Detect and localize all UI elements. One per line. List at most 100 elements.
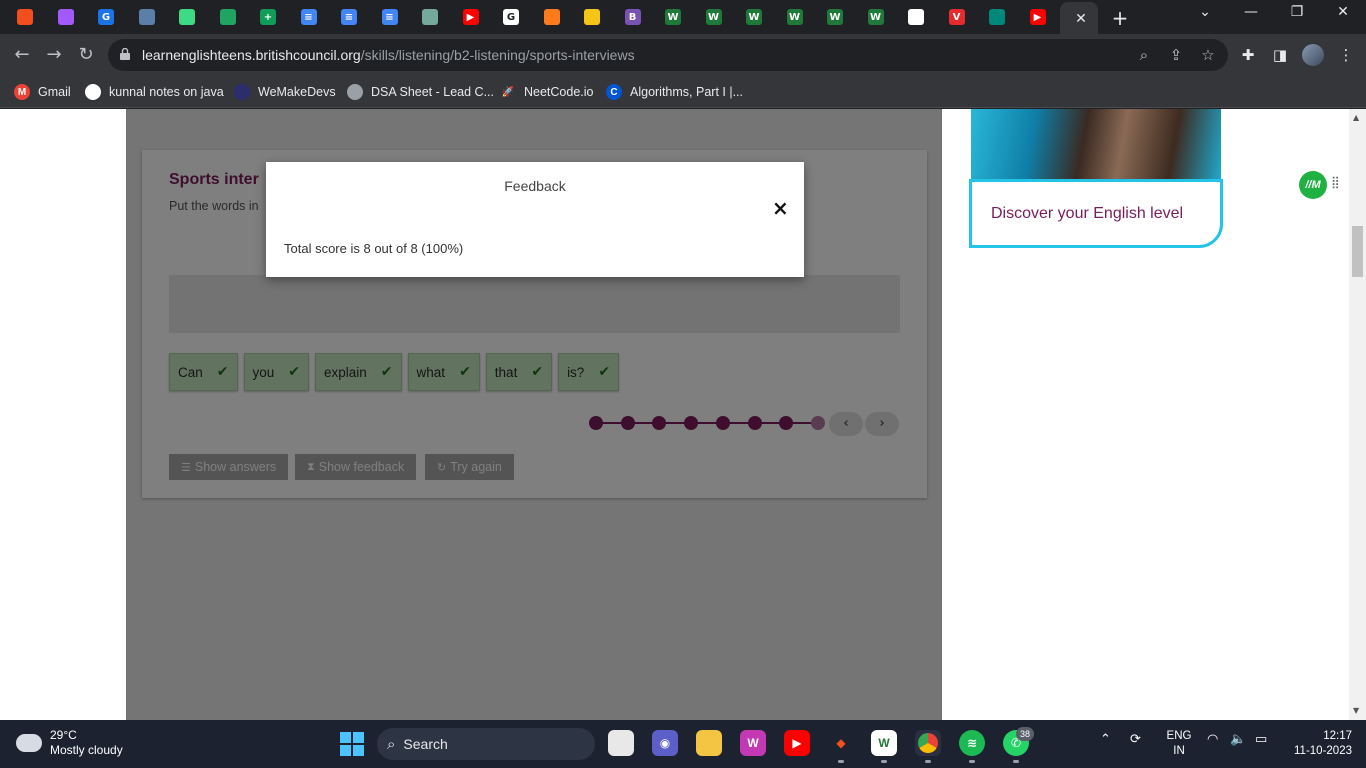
tab-search-icon[interactable]: ⌄ [1190,4,1220,28]
bookmark-item[interactable]: DSA Sheet - Lead C... [347,82,494,102]
bookmark-item[interactable]: C Algorithms, Part I |... [606,82,743,102]
browser-tab[interactable] [573,4,611,30]
browser-tab[interactable] [168,4,206,30]
browser-tab[interactable] [6,4,44,30]
browser-tab[interactable]: V [938,4,976,30]
share-icon[interactable]: ⇪ [1166,46,1186,64]
back-button[interactable]: ← [9,42,35,68]
browser-tab[interactable]: W [776,4,814,30]
w-icon: W [705,9,722,25]
bookmark-item[interactable]: M Gmail [14,82,71,102]
extensions-icon[interactable]: ✚ [1238,46,1258,64]
bookmark-item[interactable]: 🚀 NeetCode.io [500,82,594,102]
scroll-down-arrow-icon[interactable]: ▼ [1353,706,1359,715]
address-bar[interactable]: learnenglishteens.britishcouncil.org/ski… [108,39,1228,71]
coursera-icon: C [606,84,622,100]
clock-time: 12:17 [1323,730,1352,742]
language-indicator[interactable]: ENG IN [1165,729,1193,759]
rocket-icon: 🚀 [500,84,516,100]
teams-chat-icon[interactable]: ◉ [652,730,678,756]
close-tab-icon[interactable]: ✕ [1075,10,1087,27]
w-app-icon[interactable]: W [871,730,897,763]
w-icon: W [867,9,884,25]
browser-tab[interactable]: W [695,4,733,30]
battery-icon[interactable]: ▭ [1255,732,1267,747]
promo-photo[interactable] [971,109,1221,179]
browser-tab[interactable] [209,4,247,30]
forward-button[interactable]: → [41,42,67,68]
search-label: Search [403,736,448,752]
google-icon: G [98,9,114,25]
chrome-app-icon[interactable] [915,730,941,763]
browser-tab[interactable]: ≡ [330,4,368,30]
browser-tab[interactable] [978,4,1016,30]
browser-tab[interactable] [533,4,571,30]
side-panel-icon[interactable]: ◨ [1270,46,1290,64]
bookmark-star-icon[interactable]: ☆ [1198,46,1218,64]
browser-tab[interactable]: W [857,4,895,30]
browser-tab[interactable] [47,4,85,30]
browser-tab[interactable]: ▶ [452,4,490,30]
new-tab-button[interactable]: + [1110,6,1130,30]
browser-tab[interactable]: + [249,4,287,30]
chatgpt-icon [422,9,438,25]
scroll-up-arrow-icon[interactable]: ▲ [1353,113,1359,122]
figma-icon [57,9,74,25]
browser-tab[interactable] [128,4,166,30]
browser-tab[interactable]: ≡ [290,4,328,30]
restore-button[interactable]: ❐ [1282,4,1312,28]
clock-date: 11-10-2023 [1294,745,1352,757]
bookmark-label: kunnal notes on java [109,85,224,99]
close-window-button[interactable]: ✕ [1328,4,1358,28]
promo-card[interactable]: Discover your English level [969,179,1223,248]
youtube-app-icon[interactable]: ▶ [784,730,810,756]
volume-icon[interactable]: 🔈 [1230,732,1246,747]
taskbar-search[interactable]: ⌕ Search [377,728,595,760]
url-text[interactable]: learnenglishteens.britishcouncil.org/ski… [142,47,635,63]
bookmark-item[interactable]: kunnal notes on java [85,82,224,102]
page-scrollbar[interactable]: ▲ ▼ [1349,109,1366,720]
zoom-icon[interactable]: ⌕ [1134,46,1154,64]
browser-tab[interactable]: G [492,4,530,30]
browser-tab[interactable]: B [614,4,652,30]
google-docs-icon: ≡ [300,9,317,25]
browser-tab[interactable]: W [654,4,692,30]
menu-icon[interactable]: ⋮ [1336,46,1356,64]
spotify-icon[interactable]: ≋ [959,730,985,763]
profile-avatar[interactable] [1302,44,1324,66]
task-view-icon[interactable] [608,730,634,756]
start-button[interactable] [340,732,364,756]
bookmark-label: WeMakeDevs [258,85,336,99]
sync-icon[interactable]: ⟳ [1130,732,1141,747]
file-explorer-icon[interactable] [696,730,722,756]
browser-tab[interactable]: ▶ [1019,4,1057,30]
browser-tab[interactable]: ≡ [371,4,409,30]
extension-floating-icon[interactable]: //M [1299,171,1327,199]
browser-tab[interactable]: W [816,4,854,30]
cloud-sun-icon [12,728,42,752]
score-text: Total score is 8 out of 8 (100%) [284,241,464,256]
system-clock[interactable]: 12:17 11-10-2023 [1282,729,1352,759]
weather-widget[interactable]: 29°C Mostly cloudy [12,728,123,758]
chevron-up-icon[interactable]: ⌃ [1100,732,1111,747]
minimize-button[interactable]: — [1236,4,1266,28]
browser-tab[interactable] [897,4,935,30]
vivaldi-icon: V [948,9,965,25]
web-page: Sports inter Put the words in Can✔you✔ex… [0,109,1366,720]
promo-link[interactable]: Discover your English level [991,205,1183,223]
wifi-icon[interactable]: ◠ [1207,732,1218,747]
active-browser-tab[interactable]: ✕ [1060,2,1098,34]
scroll-thumb[interactable] [1352,226,1363,277]
wemakedevs-icon [234,84,250,100]
browser-tab[interactable]: G [87,4,125,30]
figma-app-icon[interactable]: ◆ [828,730,854,763]
browser-tab[interactable]: W [735,4,773,30]
wps-office-icon[interactable]: W [740,730,766,756]
url-path: /skills/listening/b2-listening/sports-in… [360,47,635,63]
github-icon [85,84,101,100]
browser-tab[interactable] [411,4,449,30]
close-dialog-button[interactable]: × [772,196,789,220]
drag-handle-icon[interactable]: ⣿ [1331,175,1340,189]
bookmark-item[interactable]: WeMakeDevs [234,82,336,102]
reload-button[interactable]: ↻ [73,42,99,68]
